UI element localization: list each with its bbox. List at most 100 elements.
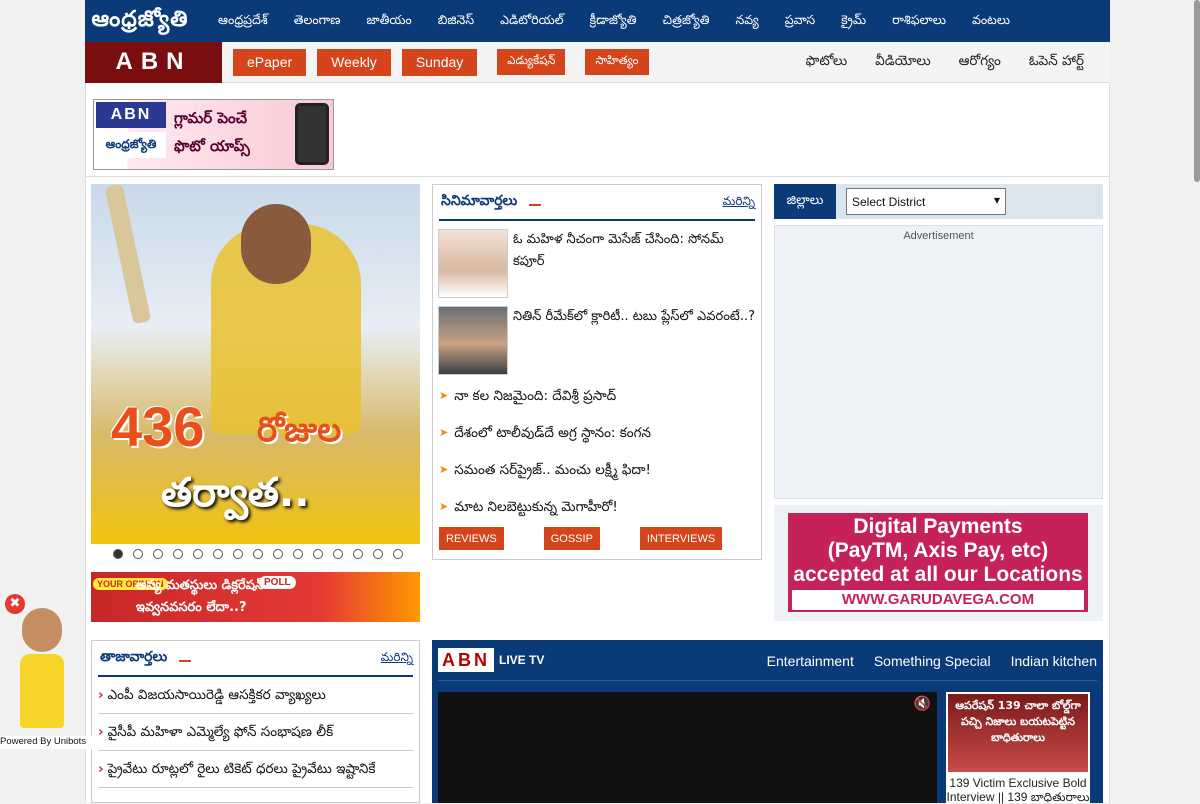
live-tv-label: LIVE TV — [499, 653, 545, 667]
story-headline[interactable]: ఓ మహిళ నీచంగా మెసేజ్ చేసింది: సోనమ్ కపూర… — [513, 229, 756, 298]
photo-apps-banner[interactable]: ABN ఆంధ్రజ్యోతి గ్లామర్ పెంచే ఫొటో యాప్స… — [93, 99, 334, 170]
title-accent — [529, 204, 542, 206]
slider-caption-word: రోజుల — [257, 410, 342, 450]
menu-item-editorial[interactable]: ఎడిటోరియల్ — [500, 12, 563, 31]
slider-dot[interactable] — [233, 549, 243, 559]
story-thumbnail[interactable] — [438, 229, 508, 298]
slider-dot[interactable] — [373, 549, 383, 559]
slider-dot[interactable] — [293, 549, 303, 559]
list-item-text[interactable]: నా కల నిజమైంది: దేవిశ్రీ ప్రసాద్ — [454, 385, 616, 422]
latest-news-list: › ఎంపీ విజయసాయిరెడ్డి ఆసక్తికర వ్యాఖ్యలు … — [92, 677, 419, 788]
slider-dot[interactable] — [273, 549, 283, 559]
list-item-text[interactable]: వైసీపీ మహిళా ఎమ్మెల్యే ఫోన్ సంభాషణ లీక్ — [108, 724, 334, 740]
live-tv-section: ABN LIVE TV Entertainment Something Spec… — [432, 640, 1103, 804]
menu-item-telangana[interactable]: తెలంగాణ — [294, 12, 341, 31]
list-item-text[interactable]: సమంత సర్‌ప్రైజ్.. మంచు లక్ష్మీ ఫిదా! — [454, 459, 651, 496]
slider-dot[interactable] — [133, 549, 143, 559]
live-tv-logo[interactable]: ABN LIVE TV — [438, 648, 544, 672]
list-item[interactable]: › ఎంపీ విజయసాయిరెడ్డి ఆసక్తికర వ్యాఖ్యలు — [98, 677, 413, 714]
garudavega-ad[interactable]: Digital Payments (PayTM, Axis Pay, etc) … — [788, 513, 1088, 612]
photos-link[interactable]: ఫొటోలు — [806, 53, 848, 72]
slider-dot[interactable] — [213, 549, 223, 559]
headline-slider[interactable]: 436 రోజుల తర్వాత.. — [91, 184, 420, 544]
district-label: జిల్లాలు — [774, 184, 836, 219]
advertisement-label: Advertisement — [903, 230, 974, 242]
something-special-link[interactable]: Something Special — [874, 653, 991, 669]
advertisement-box: Advertisement — [774, 225, 1103, 499]
title-accent — [179, 660, 192, 662]
story-headline[interactable]: నితిన్ రీమేక్‌లో క్లారిటీ.. టబు ప్లేస్‌ల… — [513, 306, 755, 375]
latest-more-link[interactable]: మరిన్ని — [381, 650, 413, 667]
cinema-header: సినిమావార్తలు మరిన్ని — [439, 185, 755, 221]
mute-icon[interactable]: 🔇 — [914, 696, 931, 712]
banner-text-line2: ఫొటో యాప్స్ — [174, 137, 250, 155]
menu-item-national[interactable]: జాతీయం — [367, 12, 412, 31]
list-item[interactable]: ➤ దేశంలో టాలీవుడ్‌దే అగ్ర స్థానం: కంగన — [439, 422, 755, 459]
menu-item-recipes[interactable]: వంటలు — [972, 12, 1010, 31]
district-selector-bar: జిల్లాలు Select District — [774, 184, 1103, 219]
ad-line1: Digital Payments — [853, 515, 1023, 538]
slider-dot[interactable] — [313, 549, 323, 559]
list-item-text[interactable]: ఎంపీ విజయసాయిరెడ్డి ఆసక్తికర వ్యాఖ్యలు — [108, 687, 326, 703]
cinema-story[interactable]: నితిన్ రీమేక్‌లో క్లారిటీ.. టబు ప్లేస్‌ల… — [438, 306, 756, 375]
list-item-text[interactable]: దేశంలో టాలీవుడ్‌దే అగ్ర స్థానం: కంగన — [454, 422, 651, 459]
poll-banner[interactable]: YOUR OPINION అన్య మతస్థులు డిక్లరేషన్ ఇవ… — [91, 572, 420, 622]
top-navigation: ఆంధ్రజ్యోతి ఆంధ్రప్రదేశ్ తెలంగాణ జాతీయం … — [85, 0, 1110, 42]
list-item-text[interactable]: ప్రైవేటు రూట్లలో రైలు టికెట్ ధరలు ప్రైవే… — [108, 761, 376, 777]
live-tv-links: Entertainment Something Special Indian k… — [747, 653, 1097, 669]
slider-dot[interactable] — [393, 549, 403, 559]
page-scrollbar[interactable] — [1194, 0, 1200, 182]
slider-dot[interactable] — [113, 549, 123, 559]
menu-item-horoscope[interactable]: రాశిఫలాలు — [892, 12, 946, 31]
education-button[interactable]: ఎడ్యుకేషన్ — [497, 49, 566, 75]
entertainment-link[interactable]: Entertainment — [767, 653, 854, 669]
menu-item-business[interactable]: బిజినెస్ — [438, 12, 474, 31]
latest-title[interactable]: తాజావార్తలు — [100, 649, 167, 668]
slider-dot[interactable] — [193, 549, 203, 559]
cinema-title[interactable]: సినిమావార్తలు — [441, 193, 517, 212]
cinema-story[interactable]: ఓ మహిళ నీచంగా మెసేజ్ చేసింది: సోనమ్ కపూర… — [438, 229, 756, 298]
videos-link[interactable]: వీడియోలు — [875, 53, 931, 72]
health-link[interactable]: ఆరోగ్యం — [959, 53, 1001, 72]
side-video-title[interactable]: 139 Victim Exclusive Bold Interview || 1… — [946, 776, 1090, 804]
epaper-button[interactable]: ePaper — [233, 48, 307, 76]
chevron-right-icon: › — [98, 761, 104, 777]
literature-button[interactable]: సాహిత్యం — [585, 49, 649, 75]
weekly-button[interactable]: Weekly — [317, 48, 391, 76]
menu-item-sports[interactable]: క్రీడాజ్యోతి — [590, 12, 637, 31]
side-video-thumbnail[interactable]: ఆపరేషన్ 139 చాలా బోల్డ్‌గా పచ్చి నిజాలు … — [948, 694, 1088, 772]
slider-dot[interactable] — [173, 549, 183, 559]
district-select[interactable]: Select District — [846, 188, 1006, 215]
menu-item-crime[interactable]: క్రైమ్ — [841, 12, 866, 31]
reviews-button[interactable]: REVIEWS — [439, 527, 504, 550]
list-item[interactable]: ➤ నా కల నిజమైంది: దేవిశ్రీ ప్రసాద్ — [439, 385, 755, 422]
slider-dot[interactable] — [153, 549, 163, 559]
interviews-button[interactable]: INTERVIEWS — [639, 527, 723, 550]
list-item[interactable]: › ప్రైవేటు రూట్లలో రైలు టికెట్ ధరలు ప్రైవ… — [98, 751, 413, 788]
powered-by-label[interactable]: Powered By Unibots — [0, 736, 93, 749]
list-item[interactable]: › వైసీపీ మహిళా ఎమ్మెల్యే ఫోన్ సంభాషణ లీక్ — [98, 714, 413, 751]
menu-item-navya[interactable]: నవ్య — [736, 12, 759, 31]
mascot-figure[interactable] — [20, 608, 64, 730]
slider-dot[interactable] — [353, 549, 363, 559]
poll-question: అన్య మతస్థులు డిక్లరేషన్ ఇవ్వనవసరం లేదా.… — [136, 575, 264, 619]
side-video-card[interactable]: ఆపరేషన్ 139 చాలా బోల్డ్‌గా పచ్చి నిజాలు … — [946, 692, 1090, 804]
open-heart-link[interactable]: ఓపెన్ హార్ట్ — [1029, 53, 1084, 72]
slider-dot[interactable] — [333, 549, 343, 559]
list-item[interactable]: ➤ సమంత సర్‌ప్రైజ్.. మంచు లక్ష్మీ ఫిదా! — [439, 459, 755, 496]
menu-item-nri[interactable]: ప్రవాస — [785, 12, 815, 31]
ad-line2: (PayTM, Axis Pay, etc) — [827, 539, 1049, 562]
gossip-button[interactable]: GOSSIP — [543, 527, 600, 550]
divider — [85, 176, 1110, 177]
video-player[interactable]: 🔇 — [438, 692, 937, 803]
menu-item-andhrapradesh[interactable]: ఆంధ్రప్రదేశ్ — [218, 12, 268, 31]
secondary-navigation: ABN ePaper Weekly Sunday ఎడ్యుకేషన్ సాహి… — [85, 41, 1110, 83]
site-logo[interactable]: ఆంధ్రజ్యోతి — [85, 0, 195, 42]
sunday-button[interactable]: Sunday — [401, 48, 478, 76]
cinema-more-link[interactable]: మరిన్ని — [723, 194, 755, 211]
indian-kitchen-link[interactable]: Indian kitchen — [1011, 653, 1097, 669]
slider-dot[interactable] — [253, 549, 263, 559]
menu-item-cinema[interactable]: చిత్రజ్యోతి — [663, 12, 710, 31]
abn-logo[interactable]: ABN — [85, 41, 222, 83]
story-thumbnail[interactable] — [438, 306, 508, 375]
